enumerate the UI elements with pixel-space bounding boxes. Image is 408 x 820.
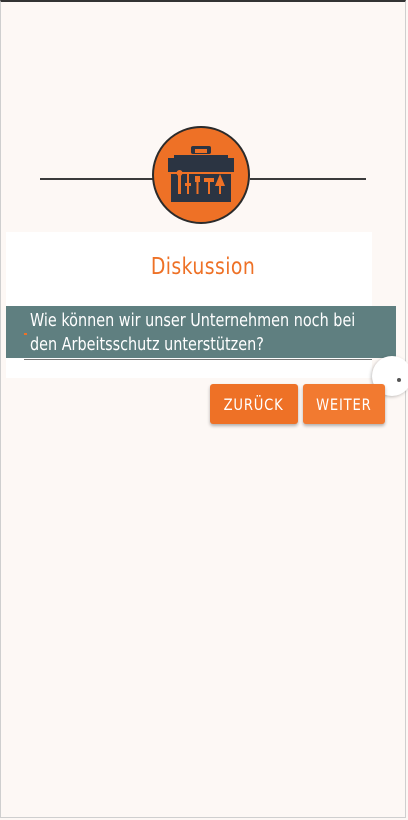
- divider-left: [40, 178, 154, 180]
- question-band: Wie können wir unser Unternehmen noch be…: [6, 306, 396, 358]
- toolbox-icon: [152, 126, 250, 224]
- answer-input-underline[interactable]: [24, 359, 372, 360]
- divider-right: [250, 178, 366, 180]
- next-button[interactable]: WEITER: [303, 384, 385, 424]
- card-title: Diskussion: [150, 254, 256, 280]
- back-button[interactable]: ZURÜCK: [210, 384, 298, 424]
- text-cursor: [24, 333, 27, 335]
- drawer-dot-icon: [397, 378, 401, 382]
- question-text: Wie können wir unser Unternehmen noch be…: [30, 310, 356, 355]
